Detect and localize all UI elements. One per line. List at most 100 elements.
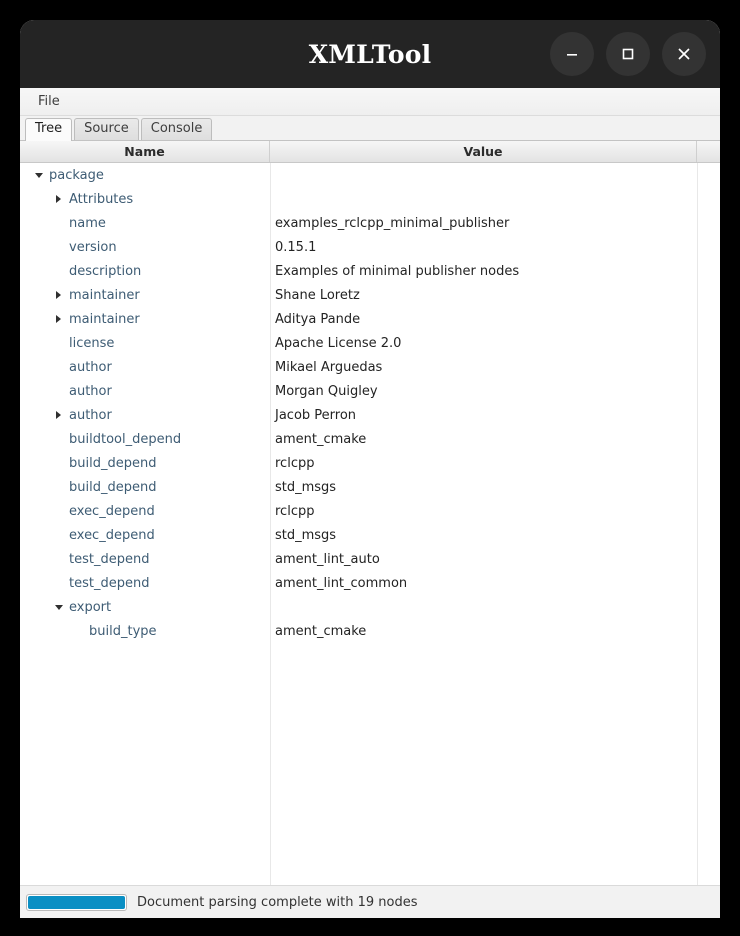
tree-row-name-cell: name — [20, 211, 270, 235]
status-message: Document parsing complete with 19 nodes — [137, 894, 418, 910]
close-icon — [678, 48, 690, 60]
tree-row-name-cell: export — [20, 595, 270, 619]
tree-row[interactable]: name examples_rclcpp_minimal_publisher — [20, 211, 720, 235]
chevron-right-icon[interactable] — [52, 409, 65, 422]
tab-strip: Tree Source Console — [20, 116, 720, 141]
tree-node-label: exec_depend — [69, 527, 155, 543]
tree-row[interactable]: build_depend std_msgs — [20, 475, 720, 499]
tree-row-value-cell: examples_rclcpp_minimal_publisher — [275, 215, 510, 231]
tree-row-name-cell: maintainer — [20, 283, 270, 307]
tree-row[interactable]: version 0.15.1 — [20, 235, 720, 259]
tree-node-label: maintainer — [69, 287, 140, 303]
menu-item-file[interactable]: File — [30, 91, 68, 112]
window-title: XMLTool — [308, 39, 432, 69]
tree-row-value-cell — [270, 187, 697, 211]
tree-row[interactable]: maintainer Aditya Pande — [20, 307, 720, 331]
tree-node-label: Attributes — [69, 191, 134, 207]
tree-row[interactable]: export — [20, 595, 720, 619]
status-bar: Document parsing complete with 19 nodes — [20, 885, 720, 918]
tree-row[interactable]: Attributes — [20, 187, 720, 211]
tree-row-value-cell: Shane Loretz — [275, 287, 360, 303]
tree-node-label: test_depend — [69, 575, 150, 591]
tree-row[interactable]: maintainer Shane Loretz — [20, 283, 720, 307]
tree-row-name-cell: license — [20, 331, 270, 355]
tree-row-name-cell: author — [20, 379, 270, 403]
tree-body[interactable]: package Attributes name examples_rclcpp_min… — [20, 163, 720, 885]
column-header-value[interactable]: Value — [270, 141, 697, 162]
tab-tree[interactable]: Tree — [25, 118, 73, 141]
tree-row[interactable]: author Jacob Perron — [20, 403, 720, 427]
tree-row[interactable]: build_type ament_cmake — [20, 619, 720, 643]
tree-row-name-cell: author — [20, 355, 270, 379]
tree-node-label: license — [69, 335, 115, 351]
title-bar: XMLTool — [20, 20, 720, 88]
tree-row-value-cell: ament_lint_auto — [275, 551, 380, 567]
tree-row-name-cell: test_depend — [20, 547, 270, 571]
tree-row[interactable]: exec_depend rclcpp — [20, 499, 720, 523]
tree-row-name-cell: maintainer — [20, 307, 270, 331]
tree-view: Name Value package Attributes name examples… — [20, 141, 720, 885]
tree-row-value-cell: ament_lint_common — [275, 575, 408, 591]
tree-node-label: build_type — [89, 623, 157, 639]
tree-row[interactable]: test_depend ament_lint_common — [20, 571, 720, 595]
tree-row-value-cell: Morgan Quigley — [275, 383, 378, 399]
tab-source[interactable]: Source — [74, 118, 139, 140]
tree-node-label: buildtool_depend — [69, 431, 182, 447]
tree-node-label: author — [69, 407, 112, 423]
tree-row-value-cell: std_msgs — [275, 479, 337, 495]
tree-row[interactable]: test_depend ament_lint_auto — [20, 547, 720, 571]
close-button[interactable] — [662, 32, 706, 76]
tree-row-name-cell: description — [20, 259, 270, 283]
tree-row[interactable]: package — [20, 163, 720, 187]
tree-row[interactable]: exec_depend std_msgs — [20, 523, 720, 547]
minimize-button[interactable] — [550, 32, 594, 76]
progress-bar-fill — [28, 895, 125, 909]
chevron-right-icon[interactable] — [52, 289, 65, 302]
tree-row[interactable]: build_depend rclcpp — [20, 451, 720, 475]
tree-row-value-cell — [270, 163, 697, 187]
tree-row-value-cell: Examples of minimal publisher nodes — [275, 263, 520, 279]
tree-row-value-cell: Jacob Perron — [275, 407, 357, 423]
chevron-down-icon[interactable] — [52, 601, 65, 614]
tree-row-name-cell: package — [20, 163, 270, 187]
tree-node-label: author — [69, 359, 112, 375]
chevron-down-icon[interactable] — [32, 169, 45, 182]
maximize-button[interactable] — [606, 32, 650, 76]
tree-node-label: description — [69, 263, 142, 279]
tree-row-value-cell: Aditya Pande — [275, 311, 361, 327]
tree-row[interactable]: author Morgan Quigley — [20, 379, 720, 403]
tree-row-value-cell: std_msgs — [275, 527, 337, 543]
tree-row-name-cell: build_depend — [20, 475, 270, 499]
chevron-right-icon[interactable] — [52, 193, 65, 206]
menu-bar: File — [20, 88, 720, 116]
tree-row-name-cell: exec_depend — [20, 499, 270, 523]
column-header-name[interactable]: Name — [20, 141, 270, 162]
column-header-extra[interactable] — [697, 141, 720, 162]
chevron-right-icon[interactable] — [52, 313, 65, 326]
tab-console[interactable]: Console — [140, 118, 213, 140]
maximize-icon — [622, 48, 634, 60]
tree-node-label: export — [69, 599, 112, 615]
progress-bar — [26, 893, 127, 911]
tree-node-label: author — [69, 383, 112, 399]
tree-row[interactable]: buildtool_depend ament_cmake — [20, 427, 720, 451]
tree-row[interactable]: author Mikael Arguedas — [20, 355, 720, 379]
minimize-icon — [567, 54, 577, 56]
tree-row-value-cell: rclcpp — [275, 503, 315, 519]
tree-row-name-cell: build_depend — [20, 451, 270, 475]
tree-row-value-cell: Mikael Arguedas — [275, 359, 383, 375]
tree-row[interactable]: description Examples of minimal publisher… — [20, 259, 720, 283]
tree-row-value-cell: Apache License 2.0 — [275, 335, 402, 351]
tree-column-header: Name Value — [20, 141, 720, 163]
tree-row-value-cell — [270, 595, 697, 619]
tree-row[interactable]: license Apache License 2.0 — [20, 331, 720, 355]
tree-row-value-cell: ament_cmake — [275, 623, 367, 639]
